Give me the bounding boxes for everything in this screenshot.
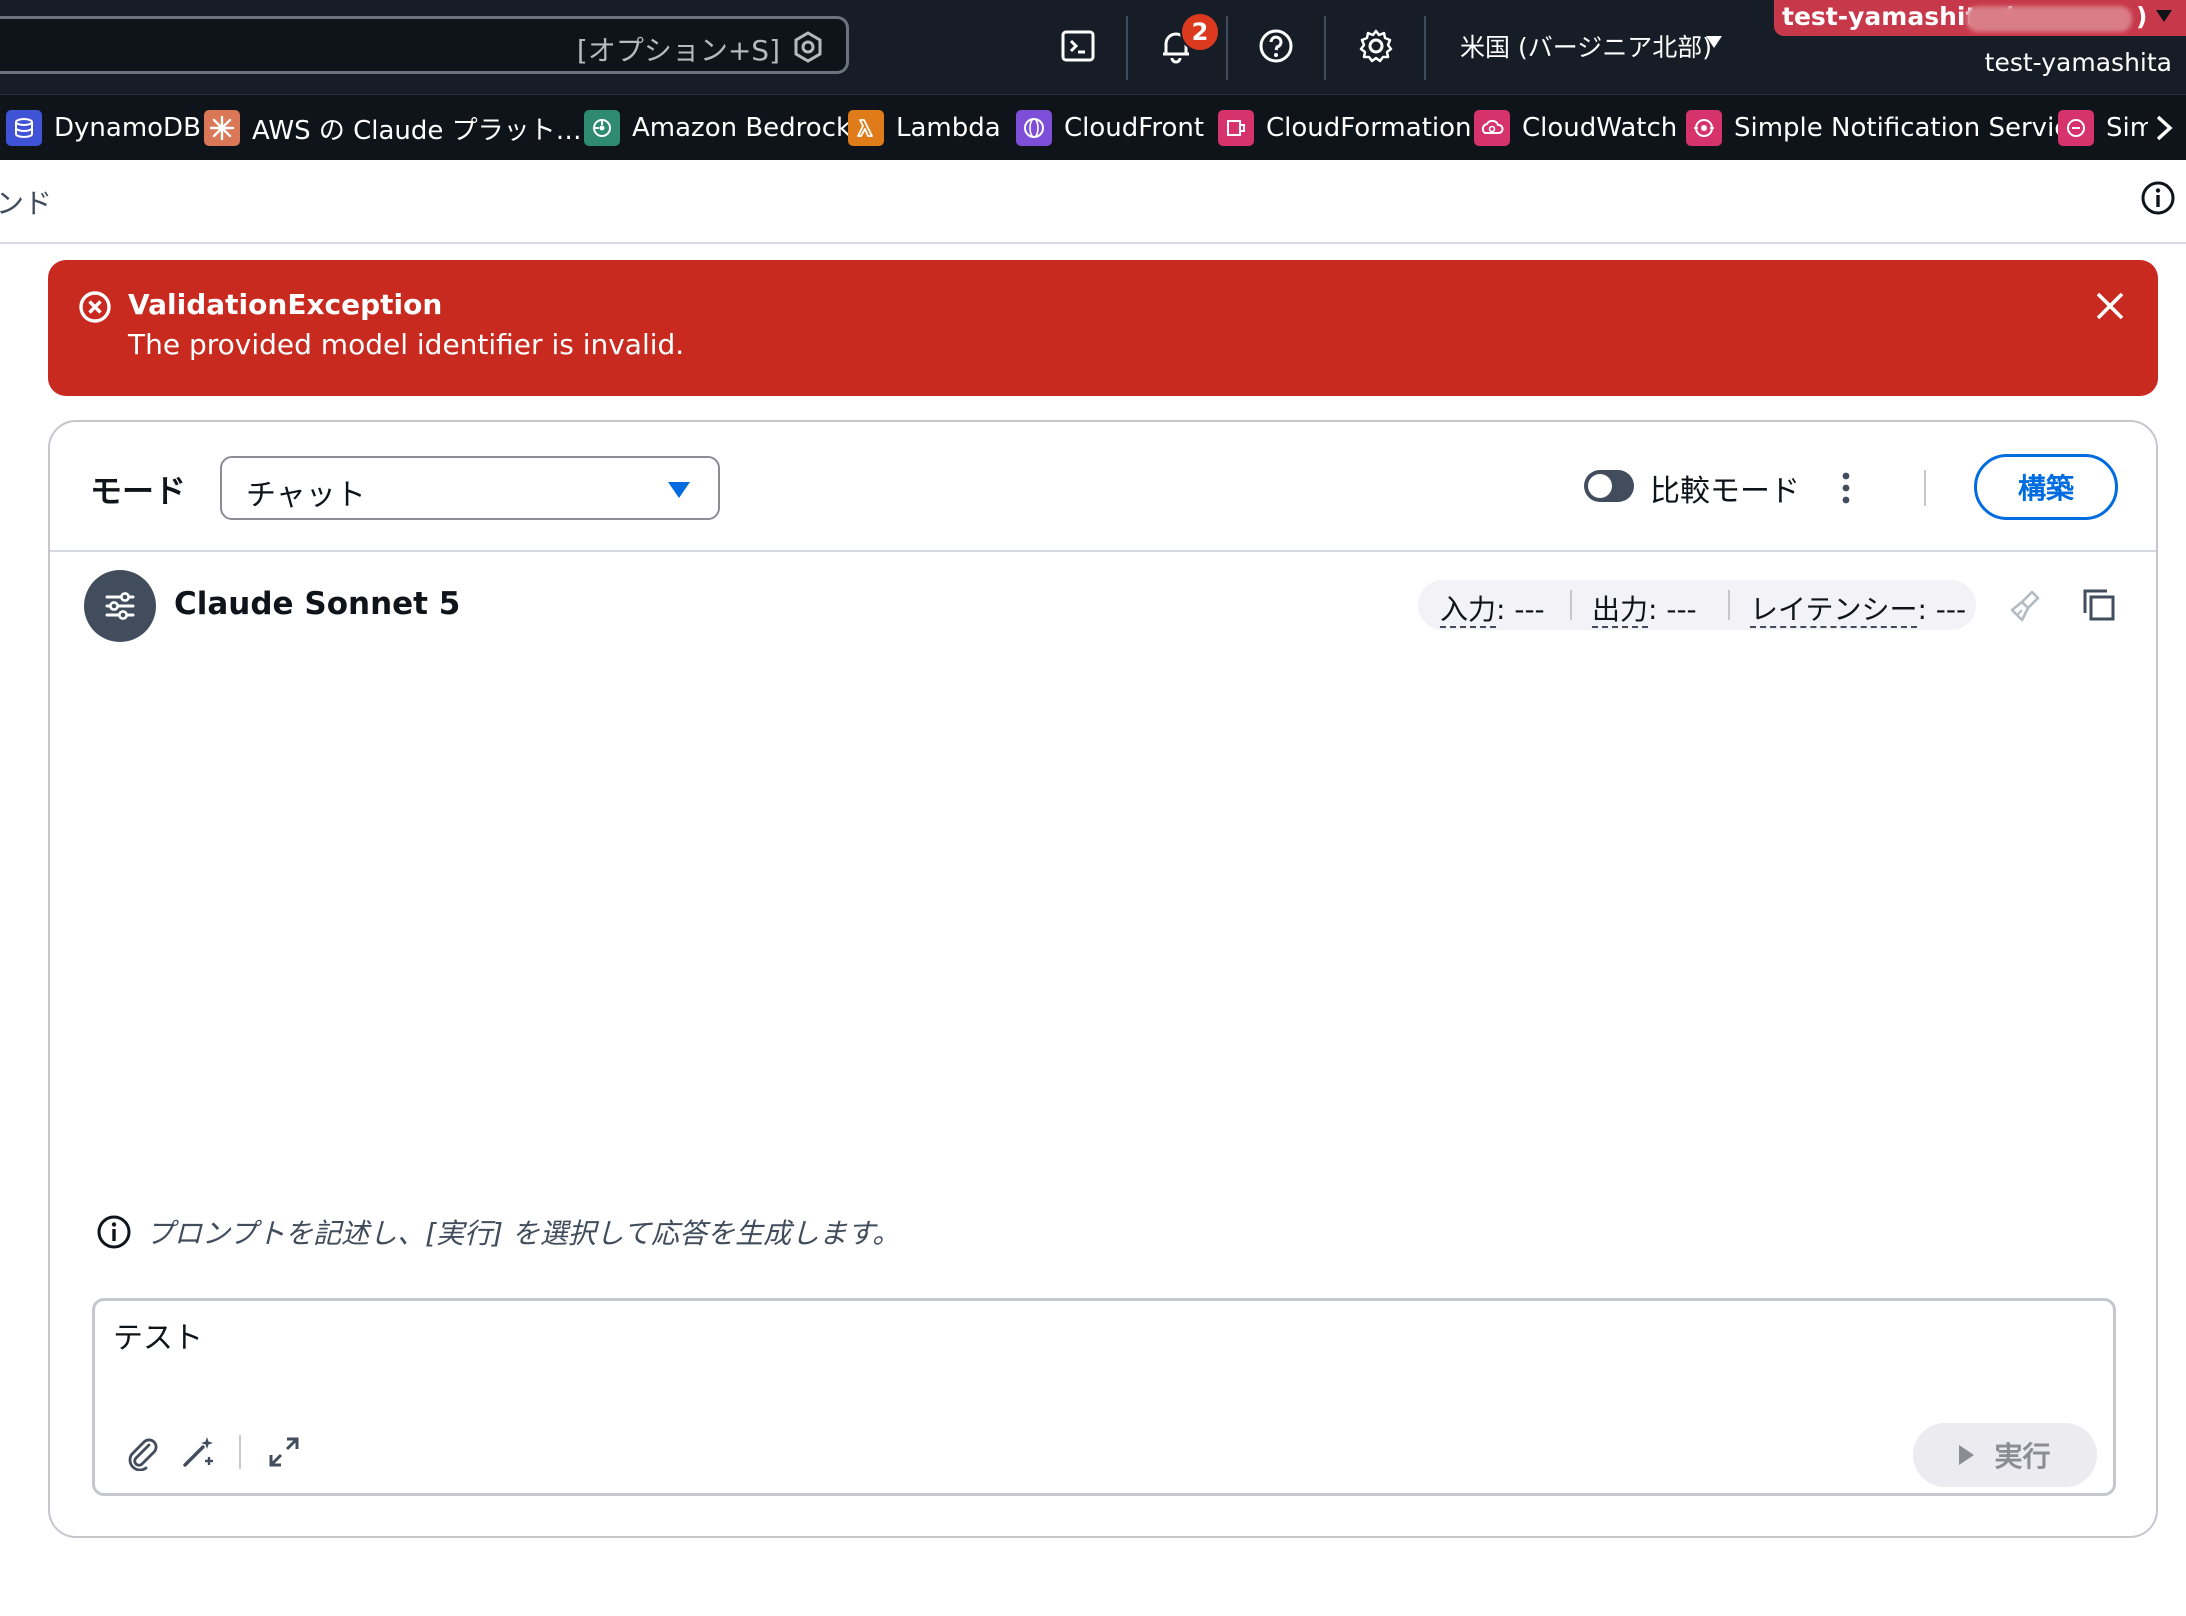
metrics-bar: 入力: --- 出力: --- レイテンシー: --- (1418, 580, 1976, 630)
lambda-icon (848, 110, 884, 146)
metric-divider (1570, 590, 1572, 620)
error-title: ValidationException (128, 288, 443, 321)
metric-output[interactable]: 出力: --- (1592, 588, 1697, 628)
magic-wand-icon[interactable] (179, 1433, 217, 1471)
caret-down-icon (668, 482, 690, 498)
model-header: Claude Sonnet 5 入力: --- 出力: --- レイテンシー: … (50, 552, 2156, 652)
service-shortcut-sqs[interactable]: Sim (2058, 109, 2155, 147)
claude-icon (204, 110, 240, 146)
service-label: AWS の Claude プラット… (252, 115, 582, 146)
metric-input-value: : --- (1496, 593, 1545, 626)
prompt-input-value[interactable]: テスト (113, 1313, 203, 1357)
region-selector[interactable]: 米国 (バージニア北部) (1460, 28, 1712, 64)
compare-mode-toggle[interactable] (1584, 470, 1634, 502)
copy-icon[interactable] (2080, 586, 2118, 624)
metric-input[interactable]: 入力: --- (1440, 588, 1545, 628)
hexagon-shortcut-icon (794, 31, 822, 63)
paperclip-icon[interactable] (123, 1433, 161, 1471)
service-label: DynamoDB (54, 113, 201, 143)
metric-output-key: 出力 (1592, 593, 1649, 628)
sqs-icon (2058, 110, 2094, 146)
service-shortcut-cloudfront[interactable]: CloudFront (1016, 109, 1204, 147)
clear-brush-icon[interactable] (2006, 586, 2046, 626)
play-icon (1959, 1445, 1975, 1465)
service-shortcut-cloudwatch[interactable]: CloudWatch (1474, 109, 1677, 147)
sliders-icon (105, 592, 135, 620)
run-button-label: 実行 (1994, 1440, 2051, 1473)
prompt-input[interactable]: テスト 実行 (92, 1298, 2116, 1496)
service-shortcut-claude[interactable]: AWS の Claude プラット… (204, 109, 582, 147)
service-favorites-bar: DynamoDB AWS の Claude プラット… Amazon Bedro… (0, 94, 2186, 160)
search-shortcut-hint: [オプション+S] (576, 34, 780, 67)
info-icon (97, 1215, 131, 1249)
service-label: CloudWatch (1522, 113, 1678, 143)
service-label: Lambda (896, 113, 1001, 143)
toolbar-divider (239, 1435, 241, 1469)
sns-icon (1686, 110, 1722, 146)
service-label: CloudFormation (1266, 113, 1472, 143)
redacted-account-id (1966, 6, 2132, 32)
metric-input-key: 入力 (1440, 593, 1497, 628)
model-settings-button[interactable] (84, 570, 156, 642)
top-navigation-bar: [オプション+S] 2 米国 (バージニア北部) test-yamashita … (0, 0, 2186, 94)
nav-divider (1424, 16, 1426, 80)
search-input[interactable]: [オプション+S] (0, 16, 849, 74)
metric-latency-key: レイテンシー (1750, 593, 1918, 628)
cloudfront-icon (1016, 110, 1052, 146)
metric-latency[interactable]: レイテンシー: --- (1750, 588, 1966, 628)
panel-header: モード チャット 比較モード 構築 (50, 422, 2156, 552)
prompt-hint: プロンプトを記述し、[実行] を選択して応答を生成します。 (96, 1212, 900, 1252)
service-shortcut-lambda[interactable]: Lambda (848, 109, 1001, 147)
dynamodb-icon (6, 110, 42, 146)
playground-panel: モード チャット 比較モード 構築 Claude Sonnet 5 入力: --… (48, 420, 2158, 1538)
service-label: Amazon Bedrock (632, 113, 852, 143)
cloudwatch-icon (1474, 110, 1510, 146)
mode-select-value: チャット (246, 478, 366, 513)
metric-latency-value: : --- (1917, 593, 1967, 626)
account-username: test-yamashita (1984, 48, 2172, 77)
prompt-hint-text: プロンプトを記述し、[実行] を選択して応答を生成します。 (146, 1217, 901, 1250)
nav-divider (1226, 16, 1228, 80)
error-flashbar: ValidationException The provided model i… (48, 260, 2158, 396)
mode-select[interactable]: チャット (220, 456, 720, 520)
error-message: The provided model identifier is invalid… (128, 328, 685, 361)
more-options-icon[interactable] (1836, 468, 1856, 508)
gear-icon[interactable] (1356, 26, 1396, 66)
run-button[interactable]: 実行 (1913, 1423, 2097, 1487)
nav-divider (1126, 16, 1128, 80)
help-icon[interactable] (1256, 26, 1296, 66)
cloudformation-icon (1218, 110, 1254, 146)
nav-divider (1324, 16, 1326, 80)
breadcrumb-item[interactable]: ンド (0, 182, 52, 222)
compare-mode-label[interactable]: 比較モード (1650, 466, 1800, 510)
chevron-right-icon[interactable] (2148, 113, 2178, 143)
account-label-close: ) (2136, 2, 2148, 31)
toggle-knob (1588, 474, 1612, 498)
service-shortcut-cloudformation[interactable]: CloudFormation (1218, 109, 1472, 147)
notification-badge: 2 (1180, 12, 1220, 52)
caret-down-icon[interactable] (2156, 10, 2172, 22)
service-label: CloudFront (1064, 113, 1205, 143)
metric-output-value: : --- (1648, 593, 1697, 626)
mode-label: モード (90, 472, 187, 510)
close-icon[interactable] (2092, 288, 2128, 324)
breadcrumb: ンド (0, 160, 2186, 244)
service-shortcut-bedrock[interactable]: Amazon Bedrock (584, 109, 851, 147)
service-shortcut-dynamodb[interactable]: DynamoDB (6, 109, 201, 147)
model-name: Claude Sonnet 5 (174, 586, 461, 622)
cloudshell-icon[interactable] (1058, 26, 1098, 66)
bedrock-icon (584, 110, 620, 146)
service-label: Simple Notification Service (1734, 113, 2085, 143)
service-shortcut-sns[interactable]: Simple Notification Service (1686, 109, 2085, 147)
build-button[interactable]: 構築 (1974, 454, 2118, 520)
metric-divider (1728, 590, 1730, 620)
info-icon[interactable] (2140, 180, 2176, 216)
expand-icon[interactable] (265, 1433, 303, 1471)
error-circle-icon (79, 291, 111, 323)
header-divider (1924, 470, 1926, 506)
caret-down-icon[interactable] (1706, 36, 1722, 48)
